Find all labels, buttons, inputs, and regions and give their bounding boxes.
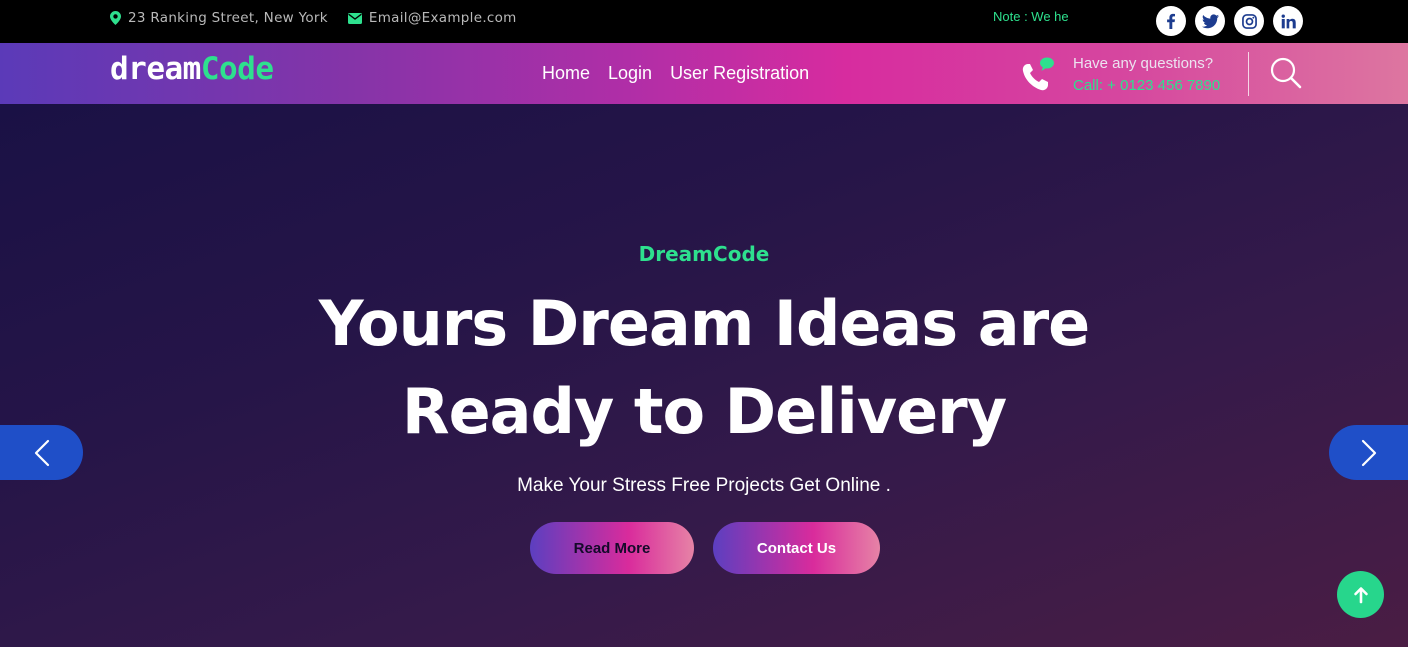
logo-text-main: dream <box>110 51 201 87</box>
nav-divider <box>1248 52 1249 96</box>
social-links <box>1156 6 1303 36</box>
email-item[interactable]: Email@Example.com <box>347 10 517 26</box>
marquee-note: Note : We he <box>993 9 1069 24</box>
hero-eyebrow: DreamCode <box>638 242 770 266</box>
chevron-left-icon <box>34 439 49 466</box>
linkedin-button[interactable] <box>1273 6 1303 36</box>
map-marker-icon <box>110 11 121 25</box>
facebook-icon <box>1167 13 1175 29</box>
nav-link-user-registration[interactable]: User Registration <box>670 63 809 84</box>
email-text[interactable]: Email@Example.com <box>369 10 517 26</box>
back-to-top-button[interactable] <box>1337 571 1384 618</box>
search-icon <box>1270 57 1302 89</box>
contact-us-button[interactable]: Contact Us <box>713 522 880 574</box>
search-button[interactable] <box>1269 56 1303 90</box>
linkedin-icon <box>1281 13 1296 28</box>
nav-link-home[interactable]: Home <box>542 63 590 84</box>
nav-link-login[interactable]: Login <box>608 63 652 84</box>
read-more-button[interactable]: Read More <box>530 522 694 574</box>
facebook-button[interactable] <box>1156 6 1186 36</box>
phone-contact: Have any questions? Call: + 0123 456 789… <box>1018 53 1220 97</box>
instagram-button[interactable] <box>1234 6 1264 36</box>
address-item: 23 Ranking Street, New York <box>110 10 328 26</box>
site-logo[interactable]: dreamCode <box>110 51 274 87</box>
phone-number[interactable]: Call: + 0123 456 7890 <box>1073 75 1220 97</box>
hero-title: Yours Dream Ideas are Ready to Delivery <box>254 280 1154 456</box>
arrow-up-icon <box>1353 586 1368 603</box>
nav-menu: Home Login User Registration <box>542 63 809 84</box>
address-text: 23 Ranking Street, New York <box>128 10 328 26</box>
envelope-icon <box>347 12 362 24</box>
slider-prev-button[interactable] <box>0 425 83 480</box>
top-bar: 23 Ranking Street, New York Email@Exampl… <box>0 0 1408 43</box>
top-contact-info: 23 Ranking Street, New York Email@Exampl… <box>110 0 517 36</box>
hero-slider: DreamCode Yours Dream Ideas are Ready to… <box>0 104 1408 647</box>
logo-text-accent: Code <box>200 51 274 87</box>
phone-question: Have any questions? <box>1073 55 1214 72</box>
main-navbar: dreamCode Home Login User Registration H… <box>0 43 1408 104</box>
hero-subtitle: Make Your Stress Free Projects Get Onlin… <box>517 475 891 496</box>
slider-next-button[interactable] <box>1329 425 1408 480</box>
hero-title-line-1: Yours Dream Ideas are <box>318 287 1090 360</box>
twitter-icon <box>1201 13 1219 28</box>
instagram-icon <box>1241 13 1257 29</box>
hero-title-line-2: Ready to Delivery <box>401 375 1007 448</box>
phone-chat-icon <box>1022 57 1054 91</box>
chevron-right-icon <box>1361 439 1376 466</box>
twitter-button[interactable] <box>1195 6 1225 36</box>
